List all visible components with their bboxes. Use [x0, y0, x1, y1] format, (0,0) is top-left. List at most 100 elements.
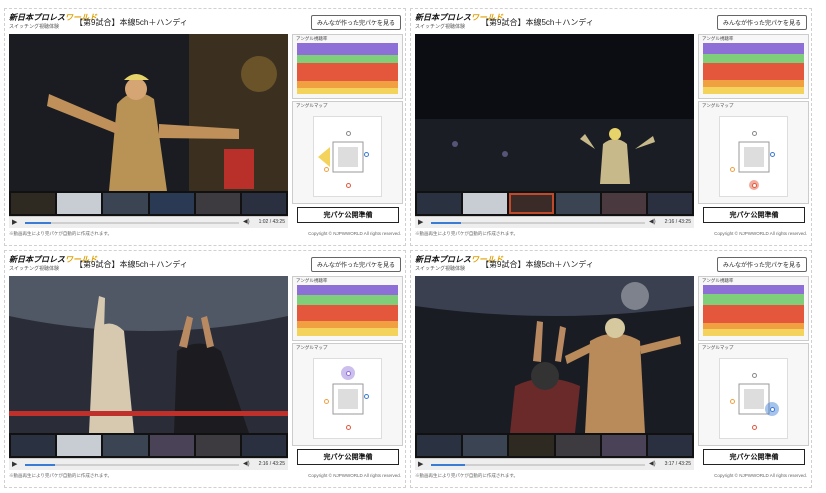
volume-icon[interactable]: ◀): [243, 460, 250, 467]
camera-dot[interactable]: [730, 399, 735, 404]
angle-map[interactable]: [313, 358, 382, 439]
auto-create-note: ※動画再生により完パケが自動的に作成されます。: [9, 473, 112, 478]
match-title: 【第9試合】本線5ch＋ハンディ: [481, 18, 594, 27]
angle-map-box: アングルマップ: [292, 101, 403, 204]
camera-thumbnails: [9, 191, 288, 216]
play-icon[interactable]: ▶: [418, 460, 423, 468]
angle-map-box: アングルマップ: [292, 343, 403, 446]
play-icon[interactable]: ▶: [12, 218, 17, 226]
camera-thumb[interactable]: [149, 193, 194, 214]
angle-map-title: アングルマップ: [296, 103, 328, 108]
seek-bar[interactable]: [431, 222, 645, 224]
camera-dot[interactable]: [324, 167, 329, 172]
camera-thumb[interactable]: [195, 435, 240, 456]
play-icon[interactable]: ▶: [418, 218, 423, 226]
camera-thumb[interactable]: [509, 435, 554, 456]
angle-rate-title: アングル視聴率: [296, 278, 328, 283]
camera-thumb[interactable]: [11, 193, 56, 214]
seek-bar[interactable]: [25, 222, 239, 224]
camera-thumb[interactable]: [463, 435, 508, 456]
panel-top-right: 新日本プロレスワールド スイッチング視聴体験 【第9試合】本線5ch＋ハンディ …: [410, 8, 812, 246]
camera-thumb[interactable]: [647, 435, 693, 456]
camera-thumb[interactable]: [463, 193, 508, 214]
camera-dot[interactable]: [730, 167, 735, 172]
camera-dot[interactable]: [752, 373, 757, 378]
camera-thumb[interactable]: [11, 435, 56, 456]
camera-dot[interactable]: [364, 152, 369, 157]
player-controls: ▶ ◀) 1:02 / 43:25: [9, 216, 288, 228]
video-player[interactable]: [9, 276, 288, 433]
camera-thumb[interactable]: [241, 435, 287, 456]
match-title: 【第9試合】本線5ch＋ハンディ: [75, 18, 188, 27]
panel-bottom-left: 新日本プロレスワールド スイッチング視聴体験 【第9試合】本線5ch＋ハンディ …: [4, 250, 406, 488]
angle-rate-title: アングル視聴率: [702, 278, 734, 283]
camera-thumbnails: [415, 191, 694, 216]
panel-header: 新日本プロレスワールド スイッチング視聴体験 【第9試合】本線5ch＋ハンディ …: [9, 255, 401, 275]
publish-button[interactable]: 完パケ公開準備: [703, 449, 805, 465]
camera-thumb[interactable]: [601, 435, 646, 456]
camera-dot[interactable]: [752, 131, 757, 136]
camera-thumb[interactable]: [195, 193, 240, 214]
angle-map-box: アングルマップ: [698, 101, 809, 204]
angle-map[interactable]: [719, 358, 788, 439]
camera-thumb[interactable]: [417, 435, 462, 456]
seek-bar[interactable]: [431, 464, 645, 466]
video-player[interactable]: [415, 276, 694, 433]
view-shared-button[interactable]: みんなが作った完パケを見る: [716, 15, 807, 30]
camera-thumb[interactable]: [555, 193, 600, 214]
video-player[interactable]: [415, 34, 694, 191]
camera-dot[interactable]: [752, 425, 757, 430]
match-title: 【第9試合】本線5ch＋ハンディ: [481, 260, 594, 269]
panel-header: 新日本プロレスワールド スイッチング視聴体験 【第9試合】本線5ch＋ハンディ …: [415, 13, 807, 33]
camera-thumb[interactable]: [57, 435, 102, 456]
camera-thumb[interactable]: [555, 435, 600, 456]
camera-thumb[interactable]: [601, 193, 646, 214]
view-shared-button[interactable]: みんなが作った完パケを見る: [716, 257, 807, 272]
camera-dot[interactable]: [346, 371, 351, 376]
camera-dot[interactable]: [752, 183, 757, 188]
play-icon[interactable]: ▶: [12, 460, 17, 468]
publish-button[interactable]: 完パケ公開準備: [297, 449, 399, 465]
match-title: 【第9試合】本線5ch＋ハンディ: [75, 260, 188, 269]
logo-subtitle: スイッチング視聴体験: [9, 24, 60, 30]
publish-button[interactable]: 完パケ公開準備: [297, 207, 399, 223]
angle-map[interactable]: [719, 116, 788, 197]
camera-dot[interactable]: [346, 425, 351, 430]
camera-dot[interactable]: [770, 152, 775, 157]
angle-rate-chart: [297, 285, 398, 336]
camera-dot[interactable]: [346, 131, 351, 136]
camera-thumb[interactable]: [149, 435, 194, 456]
camera-dot[interactable]: [770, 407, 775, 412]
publish-button[interactable]: 完パケ公開準備: [703, 207, 805, 223]
camera-thumbnails: [9, 433, 288, 458]
camera-thumb[interactable]: [103, 193, 148, 214]
copyright: Copyright © NJPWWORLD All rights reserve…: [308, 231, 401, 236]
camera-dot[interactable]: [324, 399, 329, 404]
camera-thumb[interactable]: [241, 193, 287, 214]
view-shared-button[interactable]: みんなが作った完パケを見る: [310, 15, 401, 30]
video-player[interactable]: [9, 34, 288, 191]
volume-icon[interactable]: ◀): [649, 218, 656, 225]
time-readout: 2:16 / 43:25: [258, 461, 285, 467]
volume-icon[interactable]: ◀): [649, 460, 656, 467]
angle-rate-chart: [297, 43, 398, 94]
camera-thumb[interactable]: [103, 435, 148, 456]
angle-map-title: アングルマップ: [296, 345, 328, 350]
camera-thumb[interactable]: [417, 193, 462, 214]
camera-dot[interactable]: [346, 183, 351, 188]
logo-subtitle: スイッチング視聴体験: [415, 24, 466, 30]
angle-map-title: アングルマップ: [702, 345, 734, 350]
angle-map[interactable]: [313, 116, 382, 197]
angle-rate-box: アングル視聴率: [698, 34, 809, 99]
camera-thumb[interactable]: [647, 193, 693, 214]
auto-create-note: ※動画再生により完パケが自動的に作成されます。: [415, 473, 518, 478]
camera-dot[interactable]: [364, 394, 369, 399]
camera-thumb[interactable]: [57, 193, 102, 214]
angle-rate-title: アングル視聴率: [702, 36, 734, 41]
volume-icon[interactable]: ◀): [243, 218, 250, 225]
seek-bar[interactable]: [25, 464, 239, 466]
camera-thumb[interactable]: [509, 193, 554, 214]
view-shared-button[interactable]: みんなが作った完パケを見る: [310, 257, 401, 272]
angle-rate-box: アングル視聴率: [292, 34, 403, 99]
angle-map-title: アングルマップ: [702, 103, 734, 108]
